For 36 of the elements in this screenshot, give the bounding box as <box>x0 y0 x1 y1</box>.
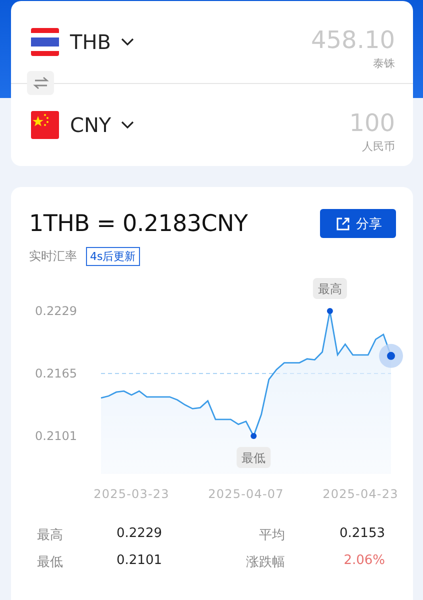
stat-label: 最高 <box>37 527 64 544</box>
flag-icon <box>31 111 59 139</box>
currency-name: 人民币 <box>362 138 395 154</box>
currency-code[interactable]: CNY <box>70 113 112 137</box>
axis-label: 2025-03-23 <box>94 487 170 501</box>
chevron-down-icon[interactable] <box>120 38 134 46</box>
extreme-point <box>326 308 333 314</box>
stat-value: 2.06% <box>342 553 385 570</box>
stat-value: 0.2101 <box>116 553 162 570</box>
realtime-rate-label: 实时汇率 <box>29 248 77 265</box>
stat-value: 0.2153 <box>338 526 385 543</box>
axis-label: 0.2101 <box>35 429 77 443</box>
currency-code[interactable]: THB <box>70 30 111 54</box>
axis-label: 0.2165 <box>35 366 77 380</box>
stat-label: 平均 <box>258 527 285 544</box>
axis-label: 2025-04-23 <box>322 487 398 501</box>
share-button[interactable]: 分享 <box>320 209 396 238</box>
currency-name: 泰铢 <box>373 56 395 70</box>
current-point-marker <box>379 344 403 368</box>
annotation: 最高 <box>318 282 342 296</box>
extreme-point <box>250 433 257 439</box>
stat-label: 涨跌幅 <box>245 554 285 571</box>
stat-label: 最低 <box>37 554 64 571</box>
update-countdown-badge: 4s后更新 <box>86 247 140 266</box>
point-label: 最高 <box>312 278 347 299</box>
chevron-down-icon[interactable] <box>121 121 134 129</box>
exchange-rate-title: 1THB = 0.2183CNY <box>29 210 248 236</box>
axis-label: 0.2229 <box>35 304 77 318</box>
point-label: 最低 <box>236 447 271 468</box>
axis-label: 2025-04-07 <box>208 487 284 501</box>
swap-icon <box>32 76 48 90</box>
flag-icon <box>31 28 59 56</box>
share-icon <box>336 216 350 230</box>
swap-button[interactable] <box>27 71 54 95</box>
annotation: 最低 <box>242 451 266 465</box>
stat-value: 0.2229 <box>116 526 162 543</box>
